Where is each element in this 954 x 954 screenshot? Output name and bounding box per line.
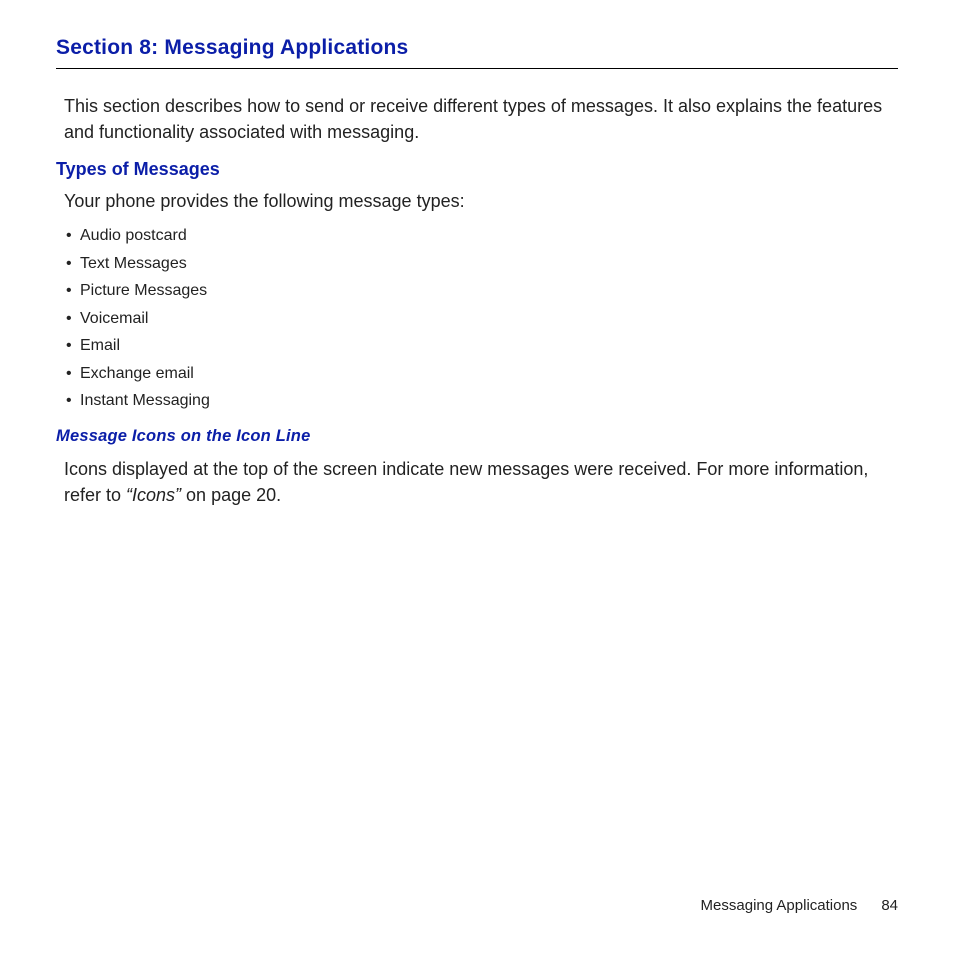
list-item: Email bbox=[66, 332, 898, 360]
list-item: Exchange email bbox=[66, 360, 898, 388]
icons-text-part2: on page 20. bbox=[181, 485, 281, 505]
list-item: Picture Messages bbox=[66, 277, 898, 305]
types-list: Audio postcard Text Messages Picture Mes… bbox=[66, 222, 898, 415]
icons-paragraph: Icons displayed at the top of the screen… bbox=[64, 456, 898, 508]
list-item: Instant Messaging bbox=[66, 387, 898, 415]
list-item: Voicemail bbox=[66, 305, 898, 333]
icons-heading: Message Icons on the Icon Line bbox=[56, 427, 898, 446]
section-intro: This section describes how to send or re… bbox=[64, 93, 898, 145]
section-title: Section 8: Messaging Applications bbox=[56, 36, 898, 69]
footer-page-number: 84 bbox=[881, 897, 898, 914]
types-intro: Your phone provides the following messag… bbox=[64, 188, 898, 214]
list-item: Text Messages bbox=[66, 250, 898, 278]
icons-reference: “Icons” bbox=[126, 485, 181, 505]
document-page: Section 8: Messaging Applications This s… bbox=[0, 0, 954, 508]
footer-label: Messaging Applications bbox=[701, 897, 858, 914]
types-heading: Types of Messages bbox=[56, 159, 898, 180]
list-item: Audio postcard bbox=[66, 222, 898, 250]
page-footer: Messaging Applications 84 bbox=[701, 897, 898, 914]
